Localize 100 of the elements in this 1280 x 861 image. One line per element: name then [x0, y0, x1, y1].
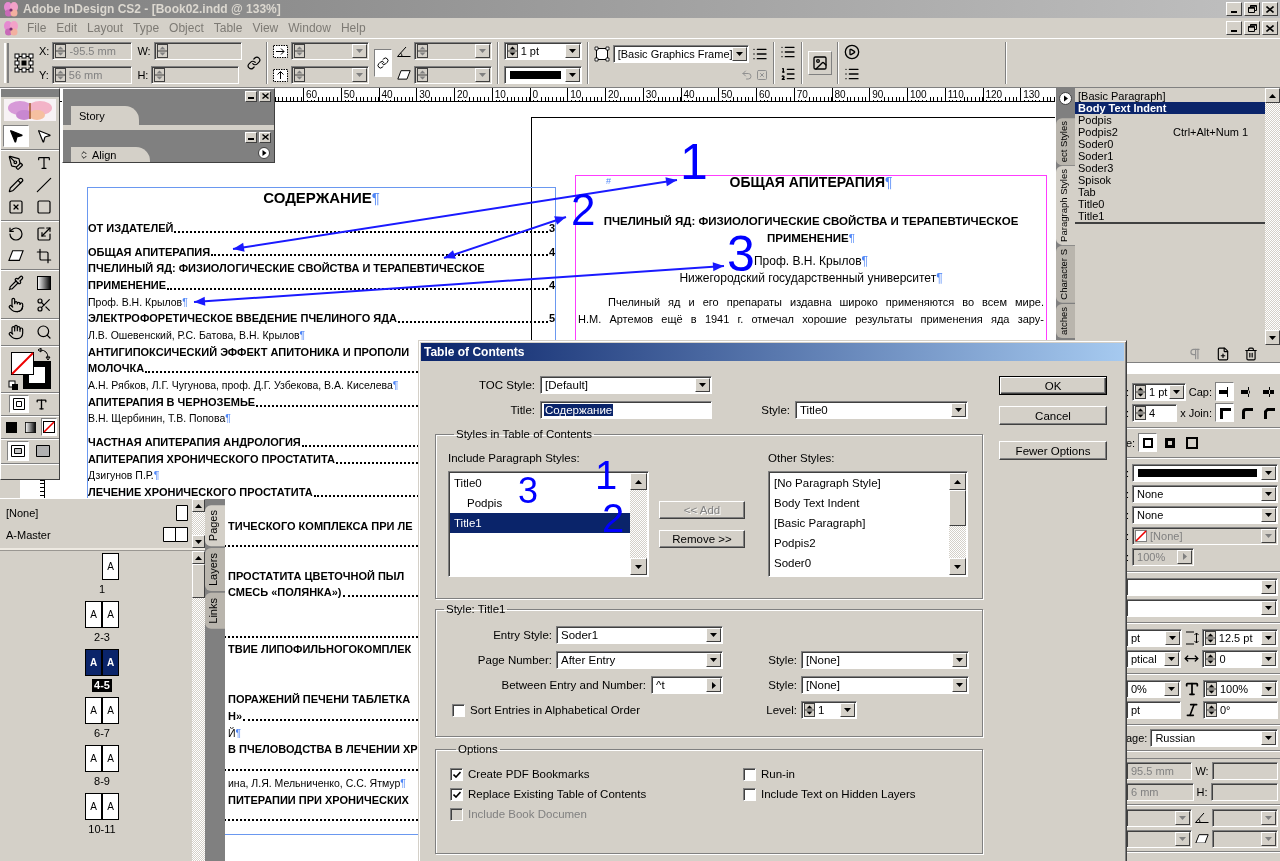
- play-circle-icon[interactable]: [843, 44, 860, 60]
- panel-menu-icon[interactable]: [1059, 92, 1072, 105]
- container-mode-button[interactable]: [8, 395, 29, 413]
- spinner-arrows-icon[interactable]: [55, 44, 67, 58]
- object-style-dropdown[interactable]: [Basic Graphics Frame]: [612, 45, 749, 63]
- dialog-button[interactable]: OK: [999, 376, 1107, 395]
- checkbox[interactable]: [450, 767, 463, 781]
- spinner-arrows-icon[interactable]: [1205, 651, 1217, 666]
- restore-button[interactable]: [1244, 2, 1260, 16]
- master-name[interactable]: A-Master: [6, 528, 51, 541]
- entry-style-dropdown[interactable]: Soder1: [556, 626, 723, 644]
- spread-label[interactable]: 8-9: [92, 775, 112, 788]
- spinner-arrows-icon[interactable]: [54, 68, 66, 82]
- toggle-button[interactable]: [1215, 382, 1234, 401]
- spread-label[interactable]: 1: [96, 583, 108, 596]
- checkbox-label[interactable]: Include Text on Hidden Layers: [761, 788, 916, 800]
- separator-field[interactable]: ^t: [651, 676, 723, 694]
- scroll-thumb[interactable]: [192, 564, 205, 598]
- spinner-arrows-icon[interactable]: [1135, 384, 1147, 399]
- input-field[interactable]: pt: [1126, 700, 1181, 719]
- close-button[interactable]: [259, 90, 271, 102]
- toc-style-dropdown[interactable]: [Default]: [540, 376, 712, 394]
- remove-button[interactable]: Remove >>: [659, 530, 745, 548]
- minimize-button[interactable]: [245, 90, 257, 102]
- page-thumbnail[interactable]: A: [102, 649, 119, 676]
- scale-y-field[interactable]: [290, 66, 369, 84]
- panel-tab[interactable]: Links: [205, 593, 225, 629]
- reference-point-icon[interactable]: [14, 53, 34, 73]
- spinner-arrows-icon[interactable]: [156, 44, 168, 58]
- spin-field[interactable]: 0°: [1203, 700, 1278, 719]
- minimize-button[interactable]: [1226, 21, 1242, 35]
- panel-tab[interactable]: Story: [71, 106, 139, 125]
- scroll-down-button[interactable]: [1265, 330, 1280, 345]
- dropdown[interactable]: Russian: [1150, 728, 1278, 747]
- scroll-up-button[interactable]: [630, 473, 647, 490]
- dropdown[interactable]: [1126, 598, 1278, 617]
- dropdown[interactable]: None: [1132, 484, 1278, 503]
- width-field[interactable]: [153, 42, 242, 60]
- height-field[interactable]: [151, 66, 240, 84]
- panel-tab[interactable]: Layers: [205, 548, 225, 592]
- dialog-button[interactable]: Cancel: [999, 406, 1107, 425]
- toggle-button[interactable]: [1138, 433, 1158, 452]
- panel-tab[interactable]: Character S: [1056, 246, 1075, 303]
- dropdown[interactable]: ptical: [1126, 649, 1182, 668]
- checkbox-label[interactable]: Replace Existing Table of Contents: [468, 788, 647, 800]
- page-thumbnail[interactable]: A: [102, 793, 119, 820]
- toggle-button[interactable]: [1215, 403, 1234, 422]
- scale-x-field[interactable]: [290, 42, 369, 60]
- stroke-type-dropdown[interactable]: [503, 66, 582, 84]
- toolbar-grip[interactable]: [4, 43, 9, 83]
- style-list-item[interactable]: Tab: [1075, 186, 1265, 198]
- fill-stroke-swatch-icon[interactable]: [8, 348, 52, 390]
- bullet-list-icon[interactable]: [779, 44, 796, 60]
- spinner-arrows-icon[interactable]: [1204, 630, 1216, 645]
- scroll-down-button[interactable]: [949, 558, 966, 575]
- style-list-item[interactable]: Soder0: [1075, 138, 1265, 150]
- minimize-button[interactable]: [245, 131, 257, 143]
- list-item[interactable]: Podpis: [450, 493, 507, 513]
- dropdown[interactable]: None: [1132, 505, 1278, 524]
- spread-label[interactable]: 2-3: [92, 631, 112, 644]
- style-list-item[interactable]: Podpis2 Ctrl+Alt+Num 1: [1075, 126, 1265, 138]
- level-field[interactable]: 1: [801, 701, 857, 719]
- style-list-item[interactable]: Title1: [1075, 210, 1265, 222]
- page-thumbnail[interactable]: A: [102, 697, 119, 724]
- style-list-item[interactable]: Title0: [1075, 198, 1265, 210]
- close-button[interactable]: [1262, 2, 1278, 16]
- spinner-arrows-icon[interactable]: [1135, 405, 1147, 420]
- selection-tool[interactable]: [3, 125, 29, 147]
- style-list-item[interactable]: Podpis: [1075, 114, 1265, 126]
- style-list-item[interactable]: Soder1: [1075, 150, 1265, 162]
- title-style-dropdown[interactable]: Title0: [795, 401, 968, 419]
- panel-menu-icon[interactable]: [258, 147, 270, 159]
- scrollbar[interactable]: [1265, 88, 1280, 345]
- list-item[interactable]: Body Text Indent: [770, 493, 864, 513]
- style-list-item[interactable]: [Basic Paragraph]: [1075, 90, 1265, 102]
- spinner-arrows-icon[interactable]: [154, 68, 166, 82]
- restore-button[interactable]: [1244, 21, 1260, 35]
- separator-style-dropdown[interactable]: [None]: [801, 676, 969, 694]
- none-mode-button[interactable]: [41, 418, 57, 436]
- scroll-up-button[interactable]: [1265, 88, 1280, 103]
- master-name[interactable]: [None]: [6, 507, 39, 519]
- spin-field[interactable]: 0: [1202, 649, 1278, 668]
- list-item[interactable]: [No Paragraph Style]: [770, 473, 885, 493]
- style-list-item[interactable]: Body Text Indent: [1075, 102, 1265, 114]
- scrollbar[interactable]: [192, 499, 205, 548]
- image-button[interactable]: [807, 51, 832, 75]
- close-button[interactable]: [259, 131, 271, 143]
- scroll-thumb[interactable]: [949, 490, 966, 526]
- list-item[interactable]: Podpis2: [770, 533, 820, 553]
- scroll-up-button[interactable]: [192, 499, 205, 512]
- page-thumbnail[interactable]: A: [102, 745, 119, 772]
- dialog-button[interactable]: Fewer Options: [999, 441, 1107, 460]
- rotation-field[interactable]: [413, 42, 492, 60]
- scrollbar[interactable]: [949, 473, 966, 575]
- panel-tab[interactable]: Align: [71, 147, 151, 162]
- numbered-list-icon[interactable]: [779, 66, 796, 82]
- checkbox[interactable]: [743, 787, 756, 801]
- checkbox-label[interactable]: Create PDF Bookmarks: [468, 768, 590, 780]
- scroll-down-button[interactable]: [630, 558, 647, 575]
- spread-label[interactable]: 4-5: [92, 679, 112, 692]
